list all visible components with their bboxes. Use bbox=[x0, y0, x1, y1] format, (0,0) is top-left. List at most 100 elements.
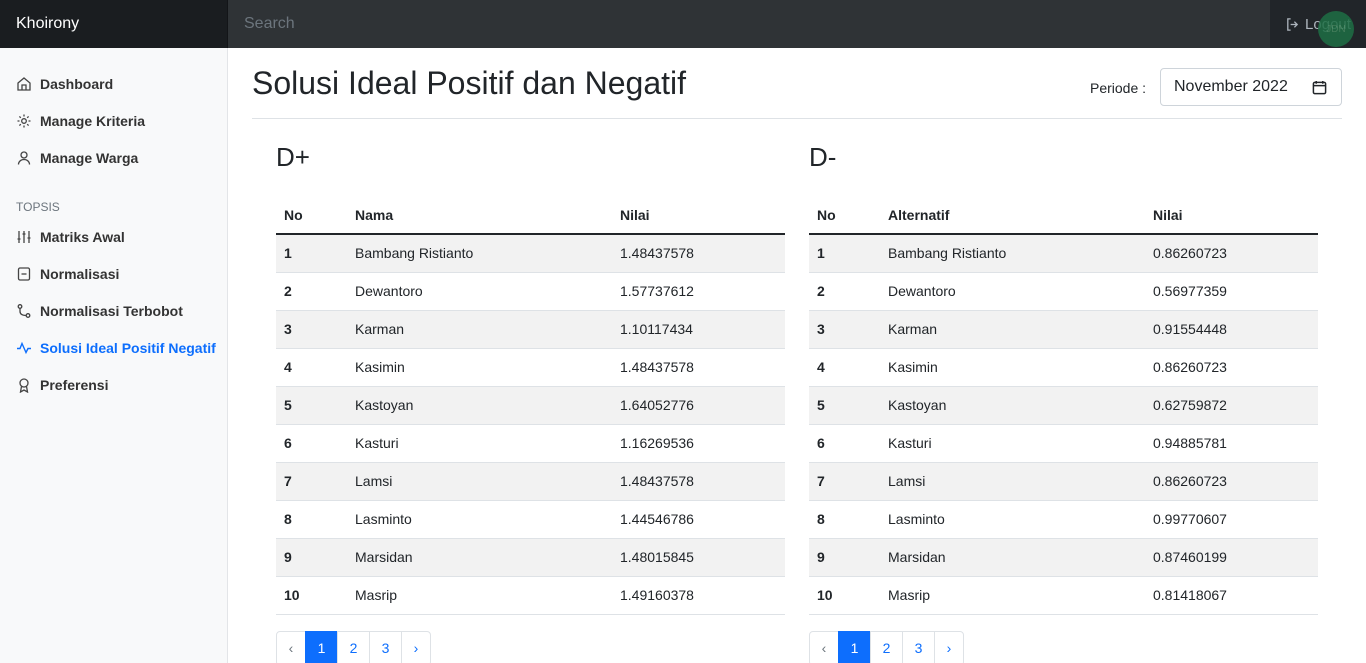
row-value: 0.94885781 bbox=[1145, 424, 1318, 463]
row-number: 7 bbox=[276, 462, 347, 501]
row-value: 0.99770607 bbox=[1145, 500, 1318, 539]
row-number: 3 bbox=[276, 310, 347, 349]
logout-icon bbox=[1287, 17, 1299, 31]
row-name: Marsidan bbox=[880, 538, 1145, 577]
sidebar-item-label: Manage Kriteria bbox=[40, 112, 146, 129]
row-name: Marsidan bbox=[347, 538, 612, 577]
periode-label: Periode : bbox=[1090, 80, 1147, 96]
row-name: Masrip bbox=[347, 576, 612, 615]
row-number: 5 bbox=[276, 386, 347, 425]
periode-value: November 2022 bbox=[1174, 78, 1288, 95]
row-number: 9 bbox=[809, 538, 880, 577]
sidebar-item-manage-warga[interactable]: Manage Warga bbox=[0, 139, 227, 176]
sidebar-item-normalisasi-terbobot[interactable]: Normalisasi Terbobot bbox=[0, 292, 227, 329]
table-row: 5 Kastoyan 1.64052776 bbox=[276, 386, 785, 425]
table-row: 9 Marsidan 0.87460199 bbox=[809, 538, 1318, 577]
d-plus-panel: D+ No Nama Nilai 1 Bambang Ristianto 1.484… bbox=[276, 138, 785, 663]
sidebar-item-solusi-ideal[interactable]: Solusi Ideal Positif Negatif bbox=[0, 329, 227, 366]
sidebar-item-label: Matriks Awal bbox=[40, 228, 125, 245]
table-header-row: No Nama Nilai bbox=[276, 196, 785, 235]
sidebar-item-normalisasi[interactable]: Normalisasi bbox=[0, 255, 227, 292]
row-number: 4 bbox=[809, 348, 880, 387]
d-plus-table: No Nama Nilai 1 Bambang Ristianto 1.484375… bbox=[276, 196, 785, 615]
row-number: 3 bbox=[809, 310, 880, 349]
row-name: Bambang Ristianto bbox=[347, 234, 612, 273]
home-icon bbox=[17, 76, 31, 91]
row-name: Masrip bbox=[880, 576, 1145, 615]
table-header-row: No Alternatif Nilai bbox=[809, 196, 1318, 235]
row-value: 0.86260723 bbox=[1145, 234, 1318, 273]
table-row: 7 Lamsi 1.48437578 bbox=[276, 462, 785, 501]
page-3-button[interactable]: 3 bbox=[369, 630, 402, 663]
row-name: Kastoyan bbox=[347, 386, 612, 425]
table-row: 2 Dewantoro 0.56977359 bbox=[809, 272, 1318, 311]
sliders-icon bbox=[17, 230, 31, 243]
table-row: 4 Kasimin 1.48437578 bbox=[276, 348, 785, 387]
row-name: Dewantoro bbox=[347, 272, 612, 311]
row-value: 0.81418067 bbox=[1145, 576, 1318, 615]
page-3-button[interactable]: 3 bbox=[902, 630, 935, 663]
activity-icon bbox=[17, 341, 31, 354]
column-header: No bbox=[276, 196, 347, 235]
d-minus-pagination: ‹ 1 2 3 › bbox=[809, 630, 1318, 663]
row-number: 6 bbox=[809, 424, 880, 463]
d-plus-pagination: ‹ 1 2 3 › bbox=[276, 630, 785, 663]
row-number: 1 bbox=[276, 234, 347, 273]
sidebar-item-manage-kriteria[interactable]: Manage Kriteria bbox=[0, 102, 227, 139]
page-1-button[interactable]: 1 bbox=[838, 630, 871, 663]
file-icon bbox=[17, 266, 31, 281]
row-value: 1.48437578 bbox=[612, 348, 785, 387]
sidebar-section-heading: TOPSIS bbox=[16, 200, 60, 214]
column-header: Nilai bbox=[1145, 196, 1318, 235]
table-row: 10 Masrip 1.49160378 bbox=[276, 576, 785, 615]
page-prev-button[interactable]: ‹ bbox=[276, 630, 306, 663]
page-1-button[interactable]: 1 bbox=[305, 630, 338, 663]
row-value: 0.86260723 bbox=[1145, 348, 1318, 387]
table-row: 4 Kasimin 0.86260723 bbox=[809, 348, 1318, 387]
row-number: 7 bbox=[809, 462, 880, 501]
git-icon bbox=[17, 303, 31, 318]
row-name: Lamsi bbox=[880, 462, 1145, 501]
row-value: 0.86260723 bbox=[1145, 462, 1318, 501]
brand-link[interactable]: Khoirony bbox=[0, 0, 228, 48]
row-name: Kasturi bbox=[880, 424, 1145, 463]
calendar-icon[interactable] bbox=[1312, 80, 1327, 95]
page-prev-button[interactable]: ‹ bbox=[809, 630, 839, 663]
d-plus-heading: D+ bbox=[276, 141, 310, 172]
row-value: 0.62759872 bbox=[1145, 386, 1318, 425]
sidebar-item-dashboard[interactable]: Dashboard bbox=[0, 65, 227, 102]
table-row: 3 Karman 0.91554448 bbox=[809, 310, 1318, 349]
row-number: 10 bbox=[276, 576, 347, 615]
page-title: Solusi Ideal Positif dan Negatif bbox=[252, 65, 687, 101]
row-number: 5 bbox=[809, 386, 880, 425]
sidebar-item-matriks-awal[interactable]: Matriks Awal bbox=[0, 218, 227, 255]
search-input[interactable]: Search bbox=[228, 0, 1270, 48]
column-header: No bbox=[809, 196, 880, 235]
row-name: Karman bbox=[880, 310, 1145, 349]
row-number: 2 bbox=[276, 272, 347, 311]
gear-icon bbox=[17, 114, 31, 127]
row-value: 1.49160378 bbox=[612, 576, 785, 615]
row-name: Kasimin bbox=[880, 348, 1145, 387]
row-value: 0.87460199 bbox=[1145, 538, 1318, 577]
user-icon bbox=[17, 150, 31, 165]
sidebar-item-label: Preferensi bbox=[40, 376, 109, 393]
row-number: 2 bbox=[809, 272, 880, 311]
table-row: 10 Masrip 0.81418067 bbox=[809, 576, 1318, 615]
top-navbar: Khoirony Search Logout JDN bbox=[0, 0, 1366, 48]
row-value: 1.16269536 bbox=[612, 424, 785, 463]
page-2-button[interactable]: 2 bbox=[870, 630, 903, 663]
page-2-button[interactable]: 2 bbox=[337, 630, 370, 663]
periode-month-input[interactable]: November 2022 bbox=[1160, 68, 1342, 106]
award-icon bbox=[19, 377, 29, 393]
row-number: 9 bbox=[276, 538, 347, 577]
row-number: 10 bbox=[809, 576, 880, 615]
sidebar-item-label: Normalisasi bbox=[40, 265, 120, 282]
row-value: 1.57737612 bbox=[612, 272, 785, 311]
sidebar-item-preferensi[interactable]: Preferensi bbox=[0, 366, 227, 403]
avatar[interactable]: JDN bbox=[1318, 11, 1354, 47]
header-divider bbox=[252, 118, 1342, 119]
sidebar-item-label: Normalisasi Terbobot bbox=[40, 302, 183, 319]
page-next-button[interactable]: › bbox=[934, 630, 964, 663]
page-next-button[interactable]: › bbox=[401, 630, 431, 663]
